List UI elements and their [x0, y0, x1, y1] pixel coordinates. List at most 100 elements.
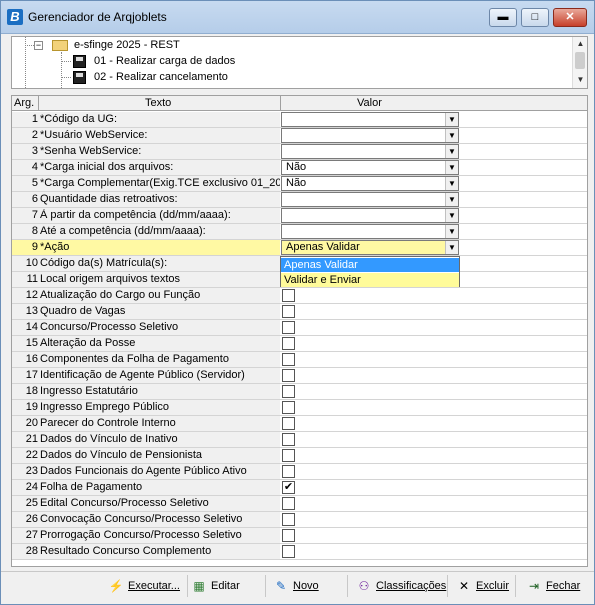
grid-header: Arg. Texto Valor — [12, 96, 587, 111]
value-combobox[interactable]: ▼ — [281, 224, 459, 239]
chevron-down-icon[interactable]: ▼ — [445, 225, 458, 238]
minimize-button[interactable]: ▬ — [489, 8, 517, 27]
row-label: Quantidade dias retroativos: — [40, 193, 178, 205]
maximize-button[interactable]: □ — [521, 8, 549, 27]
row-label: Edital Concurso/Processo Seletivo — [40, 497, 209, 509]
row-number: 18 — [25, 385, 38, 397]
row-number: 28 — [25, 545, 38, 557]
close-window-button[interactable]: ⇥ Fechar — [526, 575, 588, 597]
row-checkbox[interactable] — [282, 529, 295, 542]
row-label-cell: 3 *Senha WebService: — [12, 144, 280, 159]
row-label: Folha de Pagamento — [40, 481, 143, 493]
row-number: 22 — [25, 449, 38, 461]
delete-button[interactable]: ✕ Excluir — [456, 575, 516, 597]
row-label-cell: 6 Quantidade dias retroativos: — [12, 192, 280, 207]
chevron-down-icon[interactable]: ▼ — [445, 129, 458, 142]
table-row: 28 Resultado Concurso Complemento — [12, 544, 587, 560]
header-texto: Texto — [145, 97, 172, 109]
row-label: Local origem arquivos textos — [40, 273, 181, 285]
value-combobox[interactable]: ▼ — [281, 208, 459, 223]
row-label-cell: 25 Edital Concurso/Processo Seletivo — [12, 496, 280, 511]
row-label: Dados Funcionais do Agente Público Ativo — [40, 465, 247, 477]
arguments-grid: Arg. Texto Valor 1 *Código da UG: ▼ 2 *Usuár… — [11, 95, 588, 567]
row-checkbox[interactable] — [282, 353, 295, 366]
value-combobox[interactable]: Não ▼ — [281, 176, 459, 191]
tree-node-esfinge[interactable]: − e-sfinge 2025 - REST — [12, 38, 312, 54]
row-checkbox[interactable] — [282, 337, 295, 350]
value-combobox[interactable]: Não ▼ — [281, 160, 459, 175]
edit-button[interactable]: ▦ Editar — [191, 575, 266, 597]
maximize-icon: □ — [531, 11, 539, 23]
row-checkbox[interactable] — [282, 385, 295, 398]
row-label: Alteração da Posse — [40, 337, 136, 349]
window-title: Gerenciador de Arqjoblets — [28, 10, 167, 24]
acao-dropdown-list[interactable]: Apenas Validar Validar e Enviar — [280, 256, 460, 287]
row-checkbox[interactable] — [282, 305, 295, 318]
chevron-down-icon[interactable]: ▼ — [445, 241, 458, 254]
value-combobox[interactable]: ▼ — [281, 144, 459, 159]
table-row: 6 Quantidade dias retroativos: ▼ — [12, 192, 587, 208]
combobox-value: Não — [286, 177, 307, 189]
row-label: Dados do Vínculo de Pensionista — [40, 449, 203, 461]
row-label-cell: 10 Código da(s) Matrícula(s): — [12, 256, 280, 271]
dropdown-option-validar-enviar[interactable]: Validar e Enviar — [281, 273, 459, 287]
row-label: *Carga Complementar(Exig.TCE exclusivo 0… — [40, 177, 280, 189]
tree-node-label: 02 - Realizar cancelamento — [94, 71, 228, 83]
chevron-down-icon[interactable]: ▼ — [445, 193, 458, 206]
row-label-cell: 23 Dados Funcionais do Agente Público Ati… — [12, 464, 280, 479]
row-checkbox[interactable] — [282, 545, 295, 558]
job-tree[interactable]: − e-sfinge 2025 - REST 01 - Realizar car… — [11, 36, 588, 89]
row-label: Componentes da Folha de Pagamento — [40, 353, 229, 365]
row-label-cell: 22 Dados do Vínculo de Pensionista — [12, 448, 280, 463]
close-button[interactable]: ✕ — [553, 8, 587, 27]
tree-node-cancelamento[interactable]: 02 - Realizar cancelamento — [12, 70, 312, 86]
row-checkbox[interactable] — [282, 433, 295, 446]
table-row: 19 Ingresso Emprego Público — [12, 400, 587, 416]
row-checkbox[interactable] — [282, 497, 295, 510]
execute-button[interactable]: ⚡ Executar... — [108, 575, 188, 597]
value-combobox[interactable]: Apenas Validar ▼ — [281, 240, 459, 255]
row-checkbox[interactable] — [282, 465, 295, 478]
row-label: Ingresso Emprego Público — [40, 401, 170, 413]
row-label-cell: 13 Quadro de Vagas — [12, 304, 280, 319]
minimize-icon: ▬ — [497, 11, 509, 23]
row-checkbox[interactable]: ✔ — [282, 481, 295, 494]
row-checkbox[interactable] — [282, 401, 295, 414]
row-number: 27 — [25, 529, 38, 541]
scroll-thumb[interactable] — [575, 52, 585, 69]
chevron-down-icon[interactable]: ▼ — [445, 145, 458, 158]
table-row: 5 *Carga Complementar(Exig.TCE exclusivo … — [12, 176, 587, 192]
table-row: 26 Convocação Concurso/Processo Seletivo — [12, 512, 587, 528]
tree-scrollbar[interactable]: ▲ ▼ — [572, 37, 587, 88]
row-number: 2 — [31, 129, 38, 141]
row-checkbox[interactable] — [282, 513, 295, 526]
row-checkbox[interactable] — [282, 417, 295, 430]
value-combobox[interactable]: ▼ — [281, 112, 459, 127]
tree-node-carga[interactable]: 01 - Realizar carga de dados — [12, 54, 312, 70]
row-checkbox[interactable] — [282, 449, 295, 462]
chevron-down-icon[interactable]: ▼ — [445, 177, 458, 190]
chevron-down-icon[interactable]: ▼ — [445, 209, 458, 222]
row-label-cell: 8 Até a competência (dd/mm/aaaa): — [12, 224, 280, 239]
app-b-icon: B — [7, 9, 23, 25]
dropdown-option-apenas-validar[interactable]: Apenas Validar — [281, 258, 459, 272]
value-combobox[interactable]: ▼ — [281, 128, 459, 143]
row-label: Ingresso Estatutário — [40, 385, 138, 397]
scroll-up-icon[interactable]: ▲ — [575, 39, 586, 49]
row-number: 21 — [25, 433, 38, 445]
row-label-cell: 11 Local origem arquivos textos — [12, 272, 280, 287]
classifications-button[interactable]: ⚇ Classificações — [356, 575, 448, 597]
new-button[interactable]: ✎ Novo — [273, 575, 348, 597]
collapse-icon[interactable]: − — [34, 41, 43, 50]
row-label: Dados do Vínculo de Inativo — [40, 433, 178, 445]
combobox-value: Não — [286, 161, 307, 173]
table-row: 18 Ingresso Estatutário — [12, 384, 587, 400]
chevron-down-icon[interactable]: ▼ — [445, 161, 458, 174]
row-checkbox[interactable] — [282, 369, 295, 382]
value-combobox[interactable]: ▼ — [281, 192, 459, 207]
row-checkbox[interactable] — [282, 289, 295, 302]
row-number: 26 — [25, 513, 38, 525]
row-checkbox[interactable] — [282, 321, 295, 334]
scroll-down-icon[interactable]: ▼ — [575, 75, 586, 85]
chevron-down-icon[interactable]: ▼ — [445, 113, 458, 126]
